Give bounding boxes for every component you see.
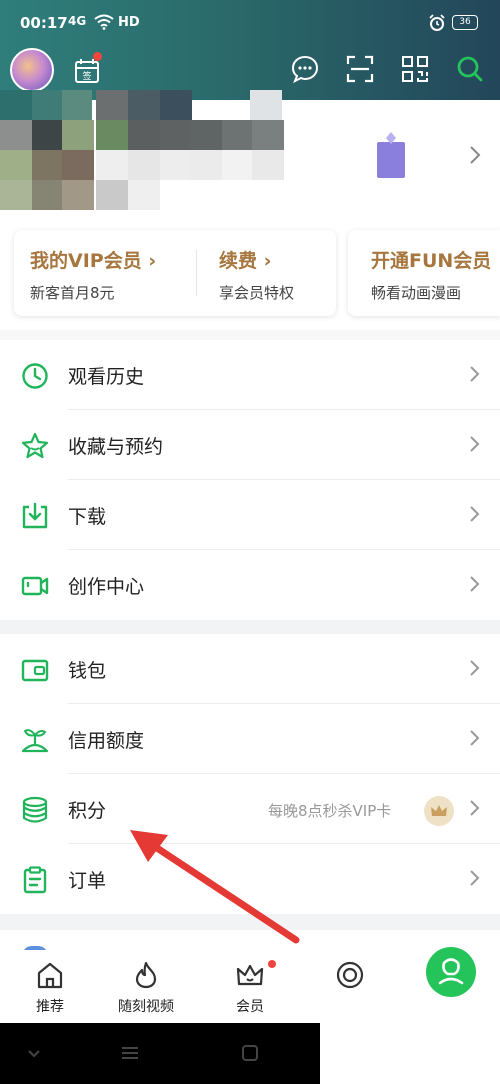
level-badge-icon[interactable] bbox=[375, 132, 407, 180]
my-vip-title[interactable]: 我的VIP会员 › bbox=[30, 246, 156, 273]
message-icon[interactable] bbox=[290, 54, 320, 84]
square-home-icon[interactable] bbox=[238, 1041, 262, 1065]
tab-label: 会员 bbox=[236, 999, 264, 1015]
menu-icon[interactable] bbox=[118, 1041, 142, 1065]
menu-group-1: 观看历史 收藏与预约 下载 创作中心 bbox=[0, 340, 500, 620]
user-icon bbox=[438, 958, 464, 985]
menu-item-wallet[interactable]: 钱包 bbox=[0, 634, 500, 704]
chevron-right-icon bbox=[470, 870, 480, 886]
wifi-icon bbox=[94, 14, 114, 30]
tab-notification-dot bbox=[268, 960, 276, 968]
tab-label: 推荐 bbox=[36, 999, 64, 1015]
tab-vip[interactable]: 会员 bbox=[232, 960, 268, 1016]
chevron-right-icon bbox=[470, 436, 480, 452]
fun-vip-subtitle: 畅看动画漫画 bbox=[371, 284, 462, 302]
chevron-right-icon bbox=[470, 366, 480, 382]
clipboard-icon bbox=[23, 866, 47, 894]
chevron-right-icon bbox=[470, 576, 480, 592]
search-icon[interactable] bbox=[455, 54, 485, 84]
coins-icon bbox=[22, 796, 48, 823]
menu-item-favorites[interactable]: 收藏与预约 bbox=[0, 410, 500, 480]
annotation-arrow bbox=[130, 830, 300, 944]
sprout-icon bbox=[21, 729, 49, 753]
menu-label: 钱包 bbox=[68, 660, 107, 682]
section-gap bbox=[0, 620, 500, 634]
crown-icon bbox=[431, 805, 447, 816]
menu-label: 订单 bbox=[68, 870, 107, 892]
blurred-profile-info bbox=[0, 90, 310, 215]
tab-suike-video[interactable]: 随刻视频 bbox=[104, 960, 188, 1016]
home-icon bbox=[37, 962, 63, 989]
calendar-sign-icon[interactable]: 签 bbox=[74, 58, 100, 84]
battery-indicator: 36 bbox=[452, 15, 478, 30]
fun-vip-card[interactable]: 开通FUN会员 畅看动画漫画 bbox=[348, 230, 500, 316]
circle-tab-icon bbox=[336, 961, 364, 989]
profile-chevron-icon[interactable] bbox=[468, 144, 482, 166]
clock-icon bbox=[22, 363, 48, 389]
status-bar: 00:17 4G HD 36 bbox=[0, 0, 500, 48]
download-icon bbox=[22, 502, 48, 529]
crown-icon bbox=[236, 964, 264, 986]
network-indicator: 4G bbox=[68, 14, 87, 28]
alarm-icon bbox=[429, 14, 445, 31]
vip-card[interactable]: 我的VIP会员 › 新客首月8元 续费 › 享会员特权 bbox=[14, 230, 336, 316]
star-icon bbox=[21, 432, 49, 459]
fun-vip-title[interactable]: 开通FUN会员 bbox=[371, 246, 491, 273]
my-vip-subtitle: 新客首月8元 bbox=[30, 284, 115, 302]
tab-label: 随刻视频 bbox=[118, 999, 174, 1015]
menu-item-watch-history[interactable]: 观看历史 bbox=[0, 340, 500, 410]
chevron-right-icon bbox=[470, 660, 480, 676]
bottom-tab-bar: 推荐 随刻视频 会员 bbox=[0, 950, 500, 1023]
flame-icon bbox=[135, 961, 157, 989]
tab-recommend[interactable]: 推荐 bbox=[32, 960, 68, 1016]
chevron-right-icon bbox=[470, 730, 480, 746]
sign-badge-text: 签 bbox=[82, 70, 91, 82]
menu-item-creator-center[interactable]: 创作中心 bbox=[0, 550, 500, 620]
menu-label: 观看历史 bbox=[68, 366, 145, 388]
status-time: 00:17 bbox=[20, 14, 68, 32]
renew-title[interactable]: 续费 › bbox=[219, 246, 271, 273]
qr-code-icon[interactable] bbox=[400, 54, 430, 84]
wallet-icon bbox=[21, 659, 49, 682]
points-promo-text: 每晚8点秒杀VIP卡 bbox=[268, 802, 392, 820]
menu-item-credit-limit[interactable]: 信用额度 bbox=[0, 704, 500, 774]
hd-indicator: HD bbox=[118, 15, 140, 30]
renew-subtitle: 享会员特权 bbox=[219, 284, 295, 302]
menu-label: 信用额度 bbox=[68, 730, 145, 752]
scan-icon[interactable] bbox=[345, 54, 375, 84]
avatar[interactable] bbox=[10, 48, 54, 92]
system-navigation-bar bbox=[0, 1023, 320, 1084]
section-gap bbox=[0, 330, 500, 340]
tab-circle[interactable] bbox=[335, 960, 365, 996]
menu-label: 积分 bbox=[68, 800, 107, 822]
menu-label: 收藏与预约 bbox=[68, 436, 164, 458]
chevron-right-icon bbox=[470, 506, 480, 522]
chevron-right-icon bbox=[470, 800, 480, 816]
menu-item-download[interactable]: 下载 bbox=[0, 480, 500, 550]
menu-label: 创作中心 bbox=[68, 576, 145, 598]
notification-dot bbox=[93, 52, 102, 61]
chevron-down-icon[interactable] bbox=[22, 1041, 46, 1065]
vip-crown-badge bbox=[424, 796, 454, 826]
my-profile-tab-button[interactable] bbox=[426, 947, 476, 997]
menu-label: 下载 bbox=[68, 506, 107, 528]
vip-divider bbox=[196, 250, 197, 296]
video-camera-icon bbox=[21, 576, 49, 596]
